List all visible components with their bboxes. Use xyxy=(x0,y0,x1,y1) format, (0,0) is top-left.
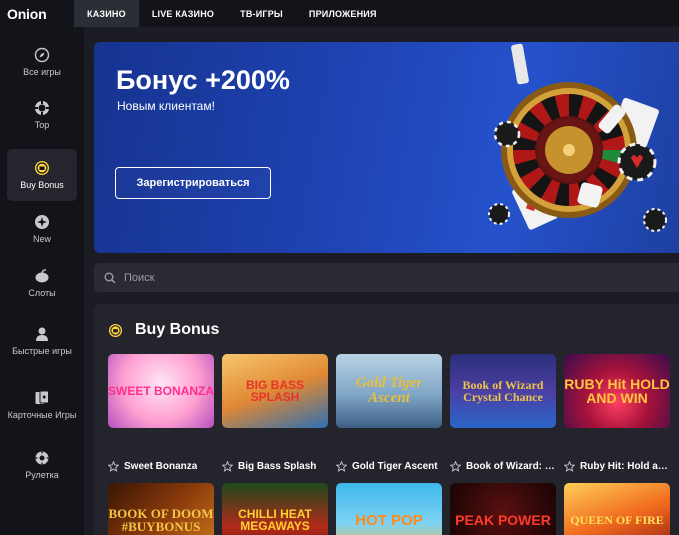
favorite-star-icon[interactable] xyxy=(450,460,461,472)
favorite-star-icon[interactable] xyxy=(564,460,575,472)
section-header: Buy Bonus xyxy=(108,321,219,339)
main-content: Бонус +200% Новым клиентам! Зарегистриро… xyxy=(84,27,679,535)
sidebar-item-buy-bonus[interactable]: Buy Bonus xyxy=(7,149,77,201)
tab-casino[interactable]: КАЗИНО xyxy=(74,0,139,27)
sidebar-item-label: Быстрые игры xyxy=(12,345,72,356)
top-nav: КАЗИНО LIVE КАЗИНО ТВ-ИГРЫ ПРИЛОЖЕНИЯ xyxy=(74,0,390,27)
game-tile-title: BIG BASS SPLASH xyxy=(245,378,304,404)
banner-subtitle: Новым клиентам! xyxy=(117,99,215,113)
game-tile-gold-tiger-ascent[interactable]: Gold Tiger Ascent xyxy=(336,354,442,428)
roulette-illustration xyxy=(488,43,667,232)
game-name-row[interactable]: Ruby Hit: Hold and Win xyxy=(564,459,672,473)
game-tile-ruby-hit[interactable]: RUBY Hit HOLD AND WIN xyxy=(564,354,670,428)
sidebar: Все игры Top Buy Bonus New Слоты Быстрые… xyxy=(0,27,84,535)
game-tile-book-of-doom[interactable]: BOOK OF DOOM #BUYBONUS xyxy=(108,483,214,535)
game-name: Big Bass Splash xyxy=(238,460,317,472)
game-tile-big-bass-splash[interactable]: BIG BASS SPLASH xyxy=(222,354,328,428)
game-tile-title: HOT POP xyxy=(355,511,423,529)
favorite-star-icon[interactable] xyxy=(336,460,347,472)
section-title: Buy Bonus xyxy=(135,321,220,338)
sidebar-item-top[interactable]: Top xyxy=(7,89,77,141)
game-tile-chilli-heat[interactable]: CHILLI HEAT MEGAWAYS xyxy=(222,483,328,535)
game-name-row[interactable]: Sweet Bonanza xyxy=(108,459,216,473)
game-tile-title: CHILLI HEAT MEGAWAYS xyxy=(238,507,312,533)
search-input[interactable] xyxy=(124,271,644,284)
sidebar-item-all-games[interactable]: Все игры xyxy=(7,36,77,88)
game-tile-title: BOOK OF DOOM #BUYBONUS xyxy=(108,506,214,534)
game-tile-book-of-wizard[interactable]: Book of Wizard Crystal Chance xyxy=(450,354,556,428)
tab-live-casino[interactable]: LIVE КАЗИНО xyxy=(139,0,227,27)
game-name: Gold Tiger Ascent xyxy=(352,460,438,472)
game-tile-title: PEAK POWER xyxy=(455,512,551,528)
logo[interactable]: Onion xyxy=(0,0,74,27)
sidebar-item-label: Top xyxy=(34,119,50,130)
cards-icon xyxy=(35,390,49,404)
cherries-icon xyxy=(35,268,49,282)
register-button[interactable]: Зарегистрироваться xyxy=(115,167,271,199)
search-bar[interactable] xyxy=(94,263,679,292)
game-name-row[interactable]: Gold Tiger Ascent xyxy=(336,459,444,473)
game-name-row[interactable]: Big Bass Splash xyxy=(222,459,330,473)
game-tile-title: Gold Tiger Ascent xyxy=(355,375,423,406)
game-tile-title: QUEEN OF FIRE xyxy=(570,513,664,527)
sidebar-item-label: New xyxy=(32,233,51,244)
game-tile-hot-pop[interactable]: HOT POP xyxy=(336,483,442,535)
sidebar-item-new[interactable]: New xyxy=(7,203,77,255)
tab-apps[interactable]: ПРИЛОЖЕНИЯ xyxy=(296,0,390,27)
game-tile-sweet-bonanza[interactable]: SWEET BONANZA xyxy=(108,354,214,428)
top-bar: Onion КАЗИНО LIVE КАЗИНО ТВ-ИГРЫ ПРИЛОЖЕ… xyxy=(0,0,679,27)
game-tile-peak-power[interactable]: PEAK POWER xyxy=(450,483,556,535)
games-section: Buy Bonus SWEET BONANZA BIG BASS SPLASH … xyxy=(94,304,679,535)
promo-banner[interactable]: Бонус +200% Новым клиентам! Зарегистриро… xyxy=(94,42,679,253)
person-icon xyxy=(36,327,48,341)
bonus-coin-icon xyxy=(35,160,49,175)
game-tile-title: Book of Wizard Crystal Chance xyxy=(462,378,544,404)
game-name: Sweet Bonanza xyxy=(124,460,198,472)
game-name: Book of Wizard: Crystal Chance xyxy=(466,460,558,472)
sidebar-item-label: Слоты xyxy=(28,287,56,298)
sidebar-item-slots[interactable]: Слоты xyxy=(7,257,77,309)
tab-tv-games[interactable]: ТВ-ИГРЫ xyxy=(227,0,296,27)
favorite-star-icon[interactable] xyxy=(108,460,119,472)
sidebar-item-fast-games[interactable]: Быстрые игры xyxy=(7,315,77,367)
search-icon xyxy=(104,272,116,284)
sidebar-item-label: Рулетка xyxy=(25,469,59,480)
banner-title: Бонус +200% xyxy=(116,65,290,95)
game-tile-queen-of-fire[interactable]: QUEEN OF FIRE xyxy=(564,483,670,535)
chip-icon xyxy=(35,100,49,115)
favorite-star-icon[interactable] xyxy=(222,460,233,472)
sidebar-item-label: Все игры xyxy=(23,66,61,77)
sidebar-item-roulette[interactable]: Рулетка xyxy=(7,439,77,491)
game-tile-title: SWEET BONANZA xyxy=(108,384,214,398)
sidebar-item-label: Карточные Игры xyxy=(7,409,77,420)
game-tile-title: RUBY Hit HOLD AND WIN xyxy=(564,376,670,406)
bonus-coin-icon xyxy=(108,323,123,337)
sidebar-item-label: Buy Bonus xyxy=(20,179,64,190)
compass-icon xyxy=(34,47,50,62)
sidebar-item-card-games[interactable]: Карточные Игры xyxy=(7,379,77,431)
game-name: Ruby Hit: Hold and Win xyxy=(580,460,672,472)
roulette-icon xyxy=(35,450,49,465)
sparkle-icon xyxy=(35,214,49,229)
game-name-row[interactable]: Book of Wizard: Crystal Chance xyxy=(450,459,558,473)
